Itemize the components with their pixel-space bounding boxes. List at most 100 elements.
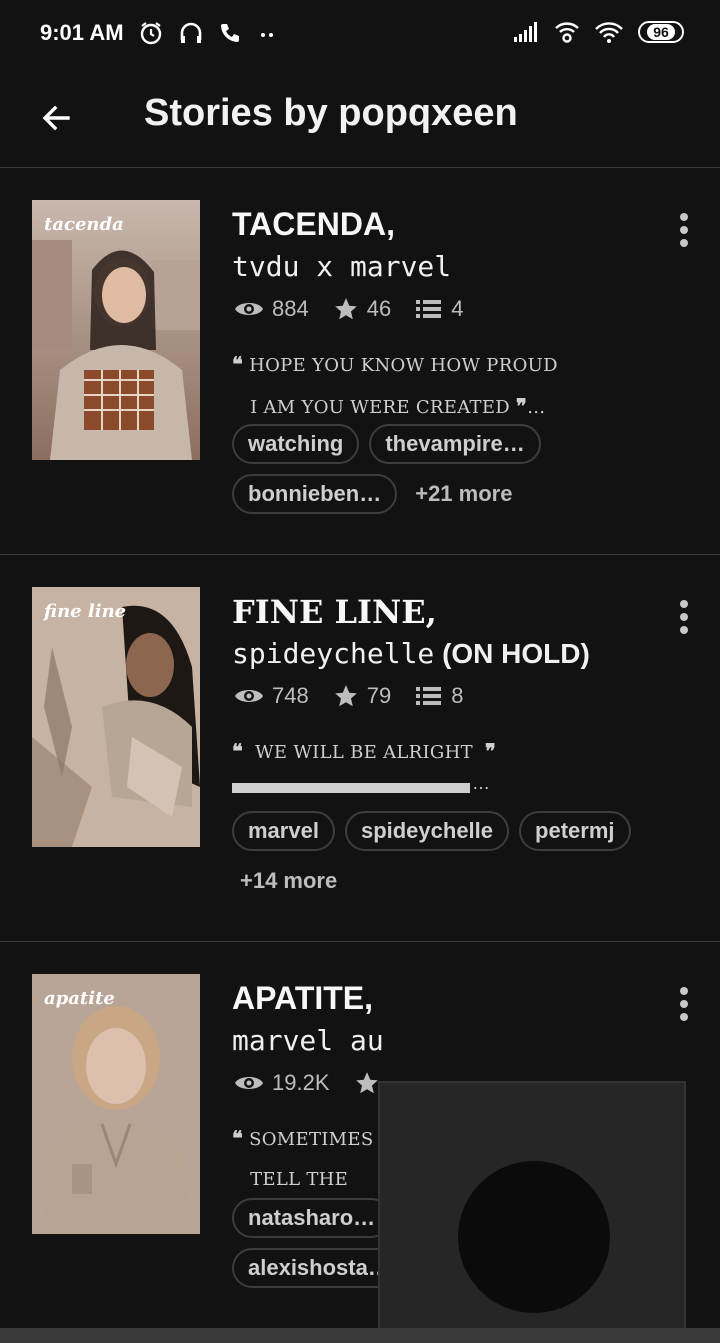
more-options-button[interactable] bbox=[664, 597, 704, 637]
more-vert-icon bbox=[680, 213, 688, 221]
reads-count: 748 bbox=[272, 683, 309, 708]
star-icon bbox=[334, 298, 357, 320]
reads-stat: 884 bbox=[234, 296, 309, 322]
bottom-edge-bar bbox=[0, 1328, 720, 1343]
tag-chip[interactable]: bonnieben… bbox=[232, 474, 398, 514]
cover-title-text: fine line bbox=[44, 601, 127, 622]
eye-icon bbox=[235, 1077, 263, 1089]
more-options-button[interactable] bbox=[664, 984, 704, 1024]
list-icon bbox=[416, 687, 442, 705]
reads-stat: 19.2K bbox=[234, 1070, 330, 1096]
story-description: ❝ HOPE YOU KNOW HOW PROUD I AM YOU WERE … bbox=[232, 352, 558, 418]
description-progress-bar bbox=[232, 783, 470, 793]
tag-chip[interactable]: natasharo… bbox=[232, 1198, 392, 1238]
star-icon bbox=[355, 1072, 378, 1094]
quote-open-icon: ❝ bbox=[232, 1126, 244, 1150]
more-options-button[interactable] bbox=[664, 210, 704, 250]
more-vert-icon-dot bbox=[680, 613, 688, 621]
story-title[interactable]: APATITE, bbox=[232, 980, 373, 1017]
list-icon bbox=[416, 300, 442, 318]
battery-level: 96 bbox=[647, 24, 675, 40]
more-vert-icon-dot bbox=[680, 239, 688, 247]
story-title[interactable]: FINE LINE, bbox=[232, 593, 437, 631]
quote-open-icon: ❝ bbox=[232, 352, 244, 376]
status-time: 9:01 AM bbox=[40, 20, 124, 45]
story-stats: 884 46 4 bbox=[234, 296, 487, 322]
story-subtitle: spideychelle (ON HOLD) bbox=[232, 637, 590, 670]
star-icon bbox=[334, 685, 357, 707]
overlay-circle-button[interactable] bbox=[458, 1161, 610, 1313]
signal-icon bbox=[514, 22, 537, 42]
more-dots-icon bbox=[261, 33, 273, 37]
cover-image bbox=[32, 974, 200, 1234]
story-item[interactable]: fine line FINE LINE, spideychelle (ON HO… bbox=[0, 555, 720, 942]
phone-icon bbox=[221, 24, 239, 42]
description-ellipsis: … bbox=[472, 773, 490, 793]
parts-stat: 8 bbox=[415, 683, 463, 709]
more-vert-icon bbox=[680, 600, 688, 608]
story-title[interactable]: TACENDA, bbox=[232, 206, 395, 243]
story-stats: 748 79 8 bbox=[234, 683, 487, 709]
app-bar: Stories by popqxeen bbox=[0, 70, 720, 168]
status-icons-right: 96 bbox=[512, 20, 684, 44]
reads-count: 884 bbox=[272, 296, 309, 321]
description-line-1: HOPE YOU KNOW HOW PROUD bbox=[249, 355, 558, 376]
more-vert-icon-dot bbox=[680, 626, 688, 634]
story-subtitle-main: tvdu x marvel bbox=[232, 250, 452, 283]
story-subtitle: marvel au bbox=[232, 1024, 384, 1057]
tag-chip[interactable]: thevampire… bbox=[369, 424, 541, 464]
hotspot-icon bbox=[555, 22, 579, 43]
tag-chip[interactable]: spideychelle bbox=[344, 811, 510, 851]
description-line-1: WE WILL BE ALRIGHT bbox=[255, 742, 473, 763]
more-tags-link[interactable]: +14 more bbox=[232, 861, 345, 901]
more-vert-icon-dot bbox=[680, 226, 688, 234]
wifi-icon bbox=[595, 22, 623, 43]
reads-count: 19.2K bbox=[272, 1070, 330, 1095]
votes-stat: 79 bbox=[333, 683, 391, 709]
votes-count: 46 bbox=[366, 296, 392, 321]
back-button[interactable] bbox=[28, 90, 84, 146]
back-arrow-icon bbox=[42, 105, 70, 131]
more-tags-link[interactable]: +21 more bbox=[407, 474, 520, 514]
story-cover[interactable]: tacenda bbox=[32, 200, 200, 460]
cover-title-text: tacenda bbox=[44, 214, 124, 235]
description-line-1: SOMETIMES bbox=[249, 1129, 374, 1150]
description-line-2: I AM YOU WERE CREATED bbox=[250, 397, 511, 418]
floating-overlay-panel[interactable] bbox=[378, 1081, 686, 1343]
parts-stat: 4 bbox=[415, 296, 463, 322]
quote-open-icon: ❝ bbox=[232, 739, 244, 763]
story-cover[interactable]: apatite bbox=[32, 974, 200, 1234]
cover-image bbox=[32, 587, 200, 847]
tag-chip[interactable]: marvel bbox=[232, 811, 335, 851]
quote-close-icon: ❞ bbox=[484, 739, 497, 763]
story-subtitle-main: marvel au bbox=[232, 1024, 384, 1057]
story-description: ❝ WE WILL BE ALRIGHT ❞ bbox=[232, 731, 592, 773]
eye-icon bbox=[235, 690, 263, 702]
cover-image bbox=[32, 200, 200, 460]
headphones-icon bbox=[180, 22, 202, 43]
status-icons-left bbox=[138, 20, 280, 46]
story-subtitle: tvdu x marvel bbox=[232, 250, 451, 283]
tag-chip[interactable]: watching bbox=[232, 424, 360, 464]
description-line-2: TELL THE bbox=[250, 1169, 349, 1190]
votes-count: 79 bbox=[366, 683, 392, 708]
story-cover[interactable]: fine line bbox=[32, 587, 200, 847]
eye-icon bbox=[235, 303, 263, 315]
alarm-icon bbox=[140, 22, 162, 45]
votes-stat: 46 bbox=[333, 296, 391, 322]
story-item[interactable]: tacenda TACENDA, tvdu x marvel 884 46 4 … bbox=[0, 168, 720, 555]
reads-stat: 748 bbox=[234, 683, 309, 709]
tag-list: watching thevampire… bonnieben… +21 more bbox=[232, 424, 652, 514]
parts-count: 4 bbox=[451, 296, 464, 321]
story-subtitle-main: spideychelle bbox=[232, 637, 435, 670]
parts-count: 8 bbox=[451, 683, 464, 708]
quote-close-icon: ❞ bbox=[516, 394, 528, 418]
page-title: Stories by popqxeen bbox=[144, 92, 518, 134]
battery-indicator: 96 bbox=[638, 21, 684, 43]
tag-list: marvel spideychelle petermj +14 more bbox=[232, 811, 652, 901]
cover-title-text: apatite bbox=[44, 988, 115, 1009]
more-vert-icon-dot bbox=[680, 1013, 688, 1021]
story-subtitle-status: (ON HOLD) bbox=[442, 638, 590, 669]
tag-chip[interactable]: petermj bbox=[519, 811, 631, 851]
more-vert-icon bbox=[680, 987, 688, 995]
